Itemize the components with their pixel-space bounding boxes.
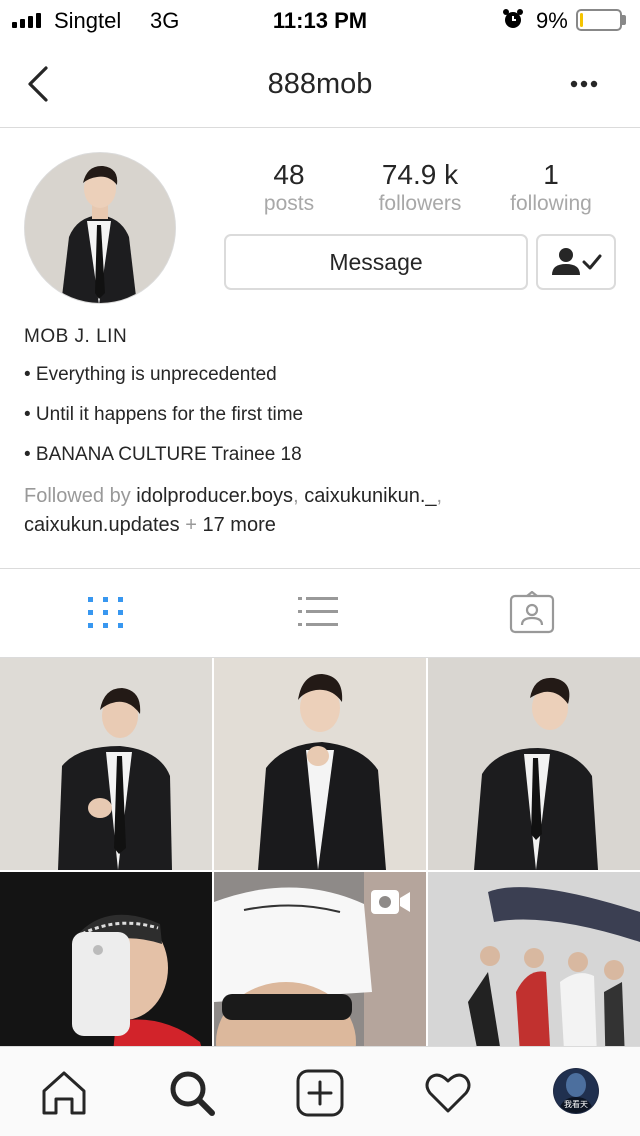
- followed-by[interactable]: Followed by idolproducer.boys, caixukuni…: [24, 482, 624, 540]
- nav-activity[interactable]: [422, 1067, 474, 1119]
- following-count-value: 1: [543, 159, 559, 190]
- tab-grid[interactable]: [82, 591, 130, 635]
- bio-line: • BANANA CULTURE Trainee 18: [24, 444, 302, 465]
- followed-by-user[interactable]: caixukunikun._: [304, 485, 436, 507]
- grid-post[interactable]: [0, 658, 212, 870]
- post-photo: [214, 658, 426, 870]
- posts-count-label: posts: [263, 192, 315, 215]
- tab-list[interactable]: [296, 591, 344, 635]
- profile-avatar[interactable]: [24, 152, 176, 304]
- post-photo: [428, 872, 640, 1046]
- nav-home[interactable]: [38, 1067, 90, 1119]
- grid-post[interactable]: [214, 658, 426, 870]
- post-photo: [0, 658, 212, 870]
- avatar-caption: 我看天: [564, 1099, 588, 1109]
- bio-line: • Until it happens for the first time: [24, 404, 304, 425]
- message-button[interactable]: Message: [224, 234, 528, 290]
- nav-profile[interactable]: 我看天: [552, 1067, 604, 1119]
- more-horizontal-icon: [570, 80, 598, 88]
- followed-by-plus: +: [185, 514, 197, 536]
- person-check-icon: [552, 248, 602, 275]
- search-icon: [170, 1071, 215, 1116]
- home-icon: [42, 1071, 86, 1115]
- battery-level-fill: [580, 13, 583, 27]
- followed-by-more-link[interactable]: 17 more: [202, 514, 275, 536]
- post-photo: [428, 658, 640, 870]
- grid-view-icon: [88, 597, 123, 628]
- followed-by-user[interactable]: idolproducer.boys: [136, 485, 293, 507]
- grid-post[interactable]: [214, 872, 426, 1046]
- status-bar: Singtel 3G 11:13 PM 9%: [0, 0, 640, 40]
- following-status-button[interactable]: [536, 234, 616, 290]
- page-title: 888mob: [267, 68, 373, 100]
- followed-by-prefix: Followed by: [24, 485, 131, 507]
- video-camera-icon: [371, 890, 410, 914]
- alarm-icon: [503, 9, 523, 28]
- following-count-label: following: [510, 192, 592, 215]
- tagged-photos-icon: [509, 590, 555, 634]
- bio-line: • Everything is unprecedented: [24, 364, 277, 385]
- posts-count[interactable]: 48 posts: [224, 158, 354, 216]
- post-photo: [0, 872, 212, 1046]
- display-name: MOB J. LIN: [24, 326, 128, 347]
- profile-nav-header: 888mob: [0, 40, 640, 128]
- list-view-icon: [298, 597, 338, 626]
- followers-count-value: 74.9 k: [381, 159, 459, 190]
- activity-heart-icon: [425, 1073, 471, 1113]
- new-post-icon: [296, 1069, 344, 1117]
- grid-post[interactable]: [428, 658, 640, 870]
- followers-count-label: followers: [378, 192, 462, 215]
- nav-new-post[interactable]: [294, 1067, 346, 1119]
- battery-percent: 9%: [536, 8, 568, 33]
- posts-grid: [0, 658, 640, 1046]
- profile-photo: [25, 153, 175, 303]
- bottom-tab-bar: 我看天: [0, 1046, 640, 1136]
- profile-avatar: 我看天: [553, 1068, 599, 1114]
- grid-post[interactable]: [428, 872, 640, 1046]
- grid-post[interactable]: [0, 872, 212, 1046]
- following-count[interactable]: 1 following: [486, 158, 616, 216]
- profile-view-tabs: [0, 568, 640, 658]
- followers-count[interactable]: 74.9 k followers: [355, 158, 485, 216]
- followed-by-user[interactable]: caixukun.updates: [24, 514, 180, 536]
- tab-tagged[interactable]: [508, 590, 556, 635]
- posts-count-value: 48: [273, 159, 305, 190]
- more-options-button[interactable]: [560, 70, 608, 98]
- battery-icon: [576, 9, 622, 31]
- battery-nub: [622, 15, 626, 25]
- nav-search[interactable]: [166, 1067, 218, 1119]
